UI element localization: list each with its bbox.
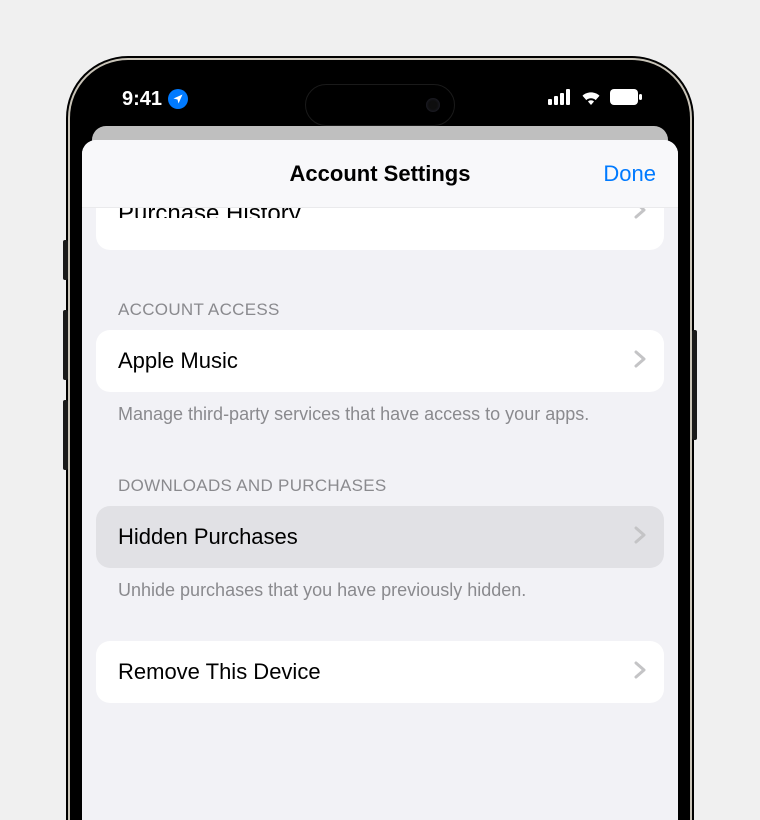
phone-frame: 9:41 (70, 60, 690, 820)
done-button[interactable]: Done (603, 161, 656, 187)
cell-group-remove-device: Remove This Device (96, 641, 664, 703)
status-bar: 9:41 (82, 72, 678, 126)
nav-bar: Account Settings Done (82, 140, 678, 208)
modal-sheet: Account Settings Done Purchase History A… (82, 140, 678, 820)
camera-icon (426, 98, 440, 112)
chevron-right-icon (634, 659, 646, 685)
dynamic-island (305, 84, 455, 126)
row-hidden-purchases[interactable]: Hidden Purchases (96, 506, 664, 568)
row-label: Hidden Purchases (118, 524, 298, 550)
section-header-account-access: ACCOUNT ACCESS (96, 300, 664, 330)
section-header-downloads: DOWNLOADS AND PURCHASES (96, 476, 664, 506)
row-label: Purchase History (118, 208, 301, 218)
side-button (692, 330, 697, 440)
wifi-icon (580, 89, 602, 110)
page-title: Account Settings (290, 161, 471, 187)
row-apple-music[interactable]: Apple Music (96, 330, 664, 392)
chevron-right-icon (634, 524, 646, 550)
cell-group-hidden-purchases: Hidden Purchases (96, 506, 664, 568)
side-button (63, 400, 68, 470)
row-label: Remove This Device (118, 659, 321, 685)
section-footer-account-access: Manage third-party services that have ac… (96, 392, 664, 426)
row-purchase-history[interactable]: Purchase History (96, 208, 664, 250)
side-button (63, 240, 68, 280)
chevron-right-icon (634, 208, 646, 226)
location-icon (168, 89, 188, 109)
row-label: Apple Music (118, 348, 238, 374)
chevron-right-icon (634, 348, 646, 374)
cell-group-purchase-history: Purchase History (96, 208, 664, 250)
row-remove-device[interactable]: Remove This Device (96, 641, 664, 703)
cell-group-account-access: Apple Music (96, 330, 664, 392)
section-footer-downloads: Unhide purchases that you have previousl… (96, 568, 664, 602)
cellular-icon (548, 89, 572, 110)
scroll-content[interactable]: Purchase History ACCOUNT ACCESS Apple Mu… (82, 208, 678, 703)
phone-screen: 9:41 (82, 72, 678, 820)
side-button (63, 310, 68, 380)
battery-icon (610, 89, 642, 110)
status-time: 9:41 (122, 88, 162, 111)
